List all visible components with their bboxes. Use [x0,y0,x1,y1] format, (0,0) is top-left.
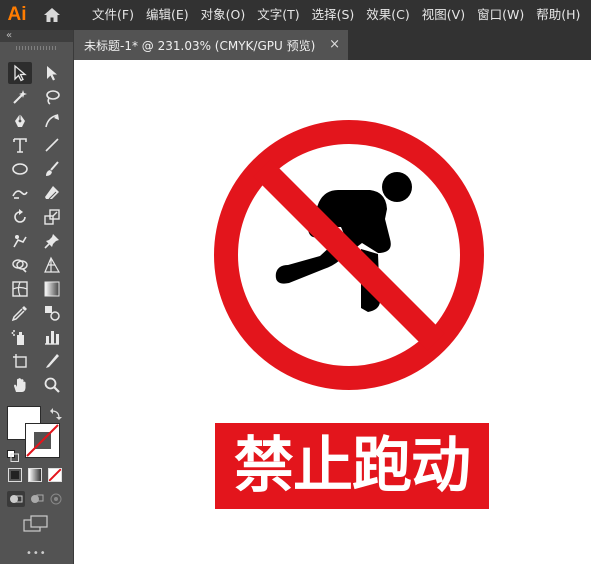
menu-file[interactable]: 文件(F) [86,0,140,30]
selection-tool-icon[interactable] [8,62,32,84]
close-tab-icon[interactable]: × [329,37,340,52]
paintbrush-tool-icon[interactable] [40,158,64,180]
draw-normal-icon[interactable] [7,491,25,507]
rotate-tool-icon[interactable] [8,206,32,228]
menu-select[interactable]: 选择(S) [306,0,361,30]
edit-toolbar-button[interactable]: ••• [26,548,47,559]
artboard-tool-icon[interactable] [8,350,32,372]
perspective-grid-tool-icon[interactable] [40,254,64,276]
gradient-mode-button[interactable] [28,468,42,482]
menu-bar: Ai 文件(F) 编辑(E) 对象(O) 文字(T) 选择(S) 效果(C) 视… [0,0,591,30]
ellipse-tool-icon[interactable] [8,158,32,180]
menu-effect[interactable]: 效果(C) [360,0,415,30]
none-mode-button[interactable] [48,468,62,482]
document-tab-title: 未标题-1* @ 231.03% (CMYK/GPU 预览) [84,38,316,53]
tools-panel: « ••• [0,30,74,564]
gradient-tool-icon[interactable] [40,278,64,300]
direct-selection-tool-icon[interactable] [40,62,64,84]
eyedropper-tool-icon[interactable] [8,302,32,324]
eraser-tool-icon[interactable] [40,182,64,204]
shape-builder-tool-icon[interactable] [8,254,32,276]
artboard-canvas[interactable]: 禁止跑动 [74,60,591,564]
warning-text: 禁止跑动 [234,431,471,501]
slice-tool-icon[interactable] [40,350,64,372]
warning-banner: 禁止跑动 [215,423,489,509]
type-tool-icon[interactable] [8,134,32,156]
puppet-warp-tool-icon[interactable] [8,230,32,252]
main-menu: 文件(F) 编辑(E) 对象(O) 文字(T) 选择(S) 效果(C) 视图(V… [86,0,586,30]
color-mode-button[interactable] [8,468,22,482]
magic-wand-tool-icon[interactable] [8,86,32,108]
draw-inside-icon[interactable] [47,491,65,507]
shaper-tool-icon[interactable] [8,182,32,204]
pin-tool-icon[interactable] [40,230,64,252]
document-tab[interactable]: 未标题-1* @ 231.03% (CMYK/GPU 预览) × [74,30,348,60]
pen-tool-icon[interactable] [8,110,32,132]
blend-tool-icon[interactable] [40,302,64,324]
panel-grip[interactable] [16,46,56,50]
draw-behind-icon[interactable] [27,491,45,507]
hand-tool-icon[interactable] [8,374,32,396]
zoom-tool-icon[interactable] [40,374,64,396]
swap-fill-stroke-icon[interactable] [50,405,62,424]
app-logo[interactable]: Ai [0,0,34,30]
column-graph-tool-icon[interactable] [40,326,64,348]
lasso-tool-icon[interactable] [40,86,64,108]
no-running-sign [214,120,484,390]
tools-panel-header: « [0,30,73,42]
home-icon[interactable] [34,0,70,30]
line-segment-tool-icon[interactable] [40,134,64,156]
screen-mode-icon[interactable] [23,515,49,537]
symbol-sprayer-tool-icon[interactable] [8,326,32,348]
menu-help[interactable]: 帮助(H) [530,0,586,30]
menu-view[interactable]: 视图(V) [416,0,471,30]
menu-type[interactable]: 文字(T) [251,0,305,30]
mesh-tool-icon[interactable] [8,278,32,300]
document-tab-bar: 未标题-1* @ 231.03% (CMYK/GPU 预览) × [74,30,591,60]
menu-object[interactable]: 对象(O) [195,0,252,30]
stroke-swatch[interactable] [25,423,60,458]
default-fill-stroke-icon[interactable] [7,447,19,466]
menu-window[interactable]: 窗口(W) [471,0,530,30]
curvature-tool-icon[interactable] [40,110,64,132]
collapse-panel-icon[interactable]: « [6,30,12,42]
scale-tool-icon[interactable] [40,206,64,228]
menu-edit[interactable]: 编辑(E) [140,0,195,30]
